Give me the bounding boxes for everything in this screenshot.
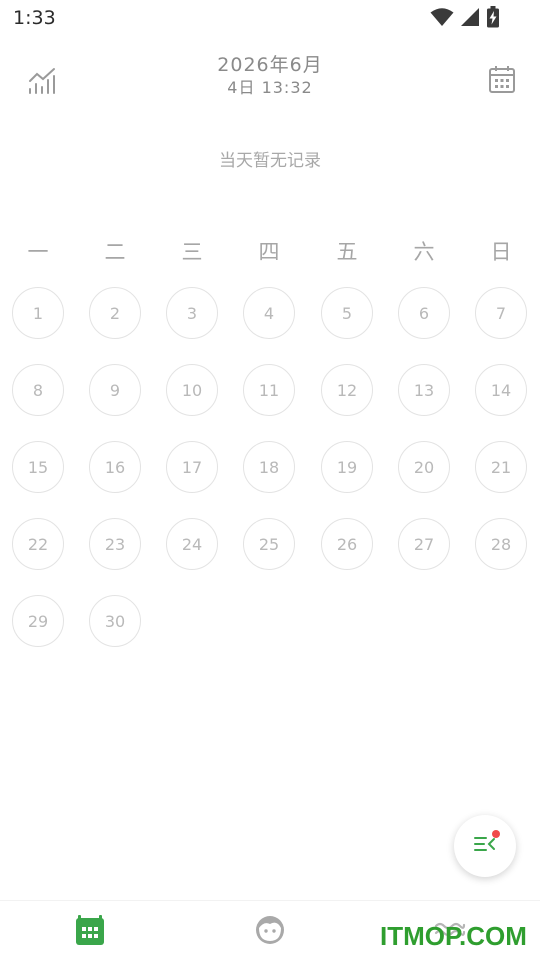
weekday-label: 二: [104, 240, 126, 264]
calendar-day[interactable]: 30: [89, 595, 141, 647]
weekday-label: 三: [181, 240, 203, 264]
calendar-day[interactable]: 11: [243, 364, 295, 416]
calendar-day[interactable]: 19: [321, 441, 373, 493]
calendar-day[interactable]: 27: [398, 518, 450, 570]
empty-records-message: 当天暂无记录: [219, 151, 321, 171]
calendar-day[interactable]: 12: [321, 364, 373, 416]
calendar-day[interactable]: 23: [89, 518, 141, 570]
calendar-day[interactable]: 1: [12, 287, 64, 339]
signal-icon: [460, 7, 480, 27]
battery-charging-icon: [486, 6, 500, 28]
menu-fab-button[interactable]: [454, 815, 516, 877]
calendar-icon: [75, 914, 105, 950]
status-time: 1:33: [13, 7, 56, 29]
calendar-day[interactable]: 5: [321, 287, 373, 339]
calendar-day[interactable]: 10: [166, 364, 218, 416]
current-datetime: 2026年6月 4日 13:32: [170, 53, 370, 99]
weekday-label: 一: [27, 240, 49, 264]
calendar-day[interactable]: 28: [475, 518, 527, 570]
status-icons: [430, 6, 500, 28]
weekday-label: 日: [490, 240, 512, 264]
calendar-day[interactable]: 9: [89, 364, 141, 416]
stats-chart-icon[interactable]: [26, 65, 58, 97]
watermark-logo: ITMOP.COM: [380, 921, 527, 951]
calendar-day[interactable]: 3: [166, 287, 218, 339]
calendar-day[interactable]: 25: [243, 518, 295, 570]
nav-calendar[interactable]: [74, 915, 106, 949]
header-day-time: 4日 13:32: [227, 78, 313, 97]
status-bar: 1:33: [0, 0, 540, 36]
header: 2026年6月 4日 13:32: [0, 50, 540, 110]
header-year-month: 2026年6月: [217, 54, 323, 76]
screen: 1:33 2026年6月 4日 13:32 当天暂无记录 一 二 三 四 五 六…: [0, 0, 540, 960]
calendar-day[interactable]: 14: [475, 364, 527, 416]
calendar-day[interactable]: 29: [12, 595, 64, 647]
nav-profile[interactable]: [254, 915, 286, 949]
calendar-day[interactable]: 2: [89, 287, 141, 339]
calendar-day[interactable]: 16: [89, 441, 141, 493]
calendar-day[interactable]: 17: [166, 441, 218, 493]
calendar-day[interactable]: 18: [243, 441, 295, 493]
weekday-header: 一 二 三 四 五 六 日: [0, 236, 540, 266]
calendar-day[interactable]: 15: [12, 441, 64, 493]
calendar-day[interactable]: 21: [475, 441, 527, 493]
calendar-day[interactable]: 26: [321, 518, 373, 570]
notification-badge: [492, 830, 500, 838]
wifi-icon: [430, 7, 454, 27]
calendar-icon[interactable]: [488, 64, 516, 94]
weekday-label: 四: [258, 240, 280, 264]
calendar-day[interactable]: 20: [398, 441, 450, 493]
calendar-day[interactable]: 13: [398, 364, 450, 416]
weekday-label: 五: [336, 240, 358, 264]
weekday-label: 六: [413, 240, 435, 264]
calendar-day[interactable]: 7: [475, 287, 527, 339]
calendar-day[interactable]: 4: [243, 287, 295, 339]
calendar-day[interactable]: 8: [12, 364, 64, 416]
face-icon: [255, 915, 285, 949]
calendar-day[interactable]: 6: [398, 287, 450, 339]
calendar-day[interactable]: 22: [12, 518, 64, 570]
calendar-day[interactable]: 24: [166, 518, 218, 570]
